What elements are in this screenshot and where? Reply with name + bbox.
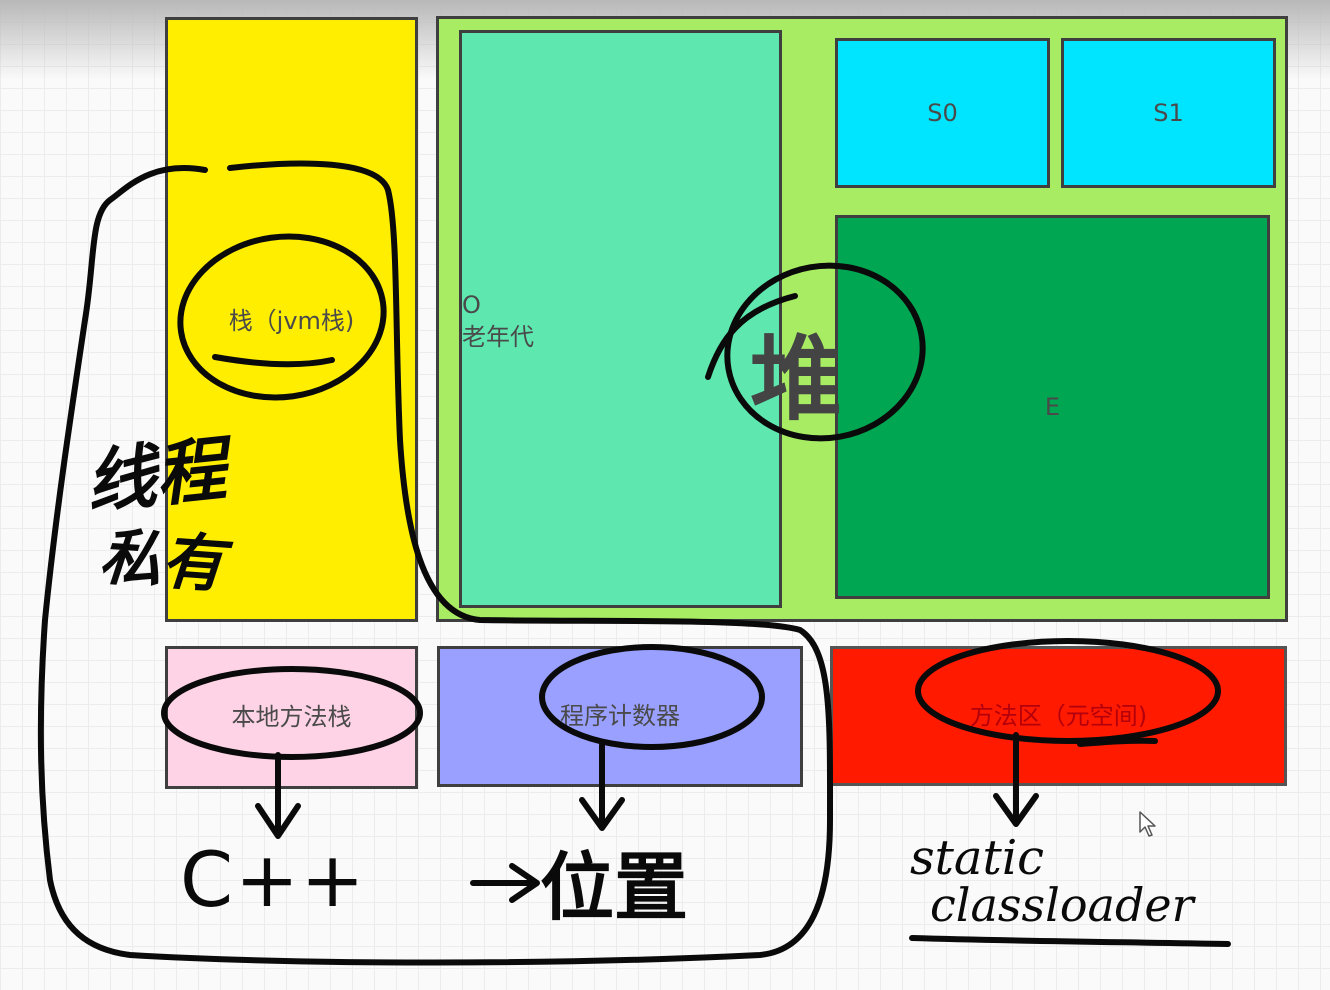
mouse-cursor-icon [1139, 811, 1156, 837]
method-area-circle [915, 638, 1221, 744]
method-area-underline [1077, 737, 1158, 747]
native-stack-arrow [255, 752, 301, 839]
method-area-arrow [993, 732, 1039, 827]
classloader-annotation: classloader [930, 878, 1194, 932]
cpp-annotation: C++ [180, 835, 367, 924]
heap-annotation: 堆 [750, 326, 843, 433]
jvm-stack-circle [177, 233, 387, 401]
native-stack-circle [161, 666, 423, 760]
program-counter-circle [539, 644, 765, 750]
classloader-underline [909, 935, 1231, 947]
program-counter-arrow [579, 742, 625, 831]
thread-private-annotation-line2: 私有 [97, 519, 227, 602]
position-annotation: 位置 [540, 845, 688, 931]
position-arrow [470, 863, 540, 903]
jvm-stack-underline [212, 354, 335, 368]
